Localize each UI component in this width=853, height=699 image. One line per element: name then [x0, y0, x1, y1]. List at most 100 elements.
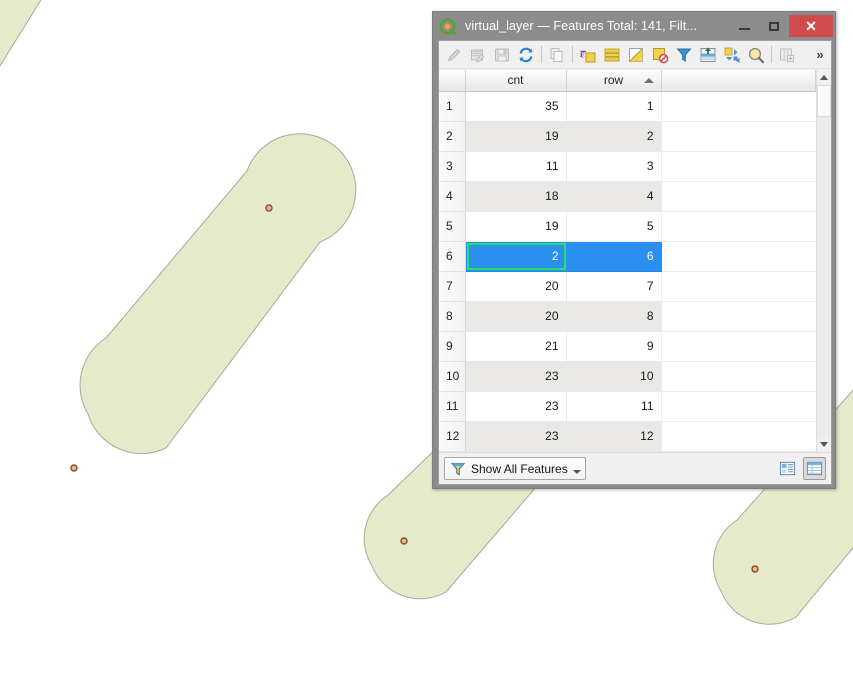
attribute-table-window[interactable]: virtual_layer — Features Total: 141, Fil… [432, 11, 836, 489]
cell-row[interactable]: 6 [566, 241, 662, 272]
cell-row[interactable]: 2 [566, 121, 662, 152]
cell-row[interactable]: 7 [566, 271, 662, 302]
column-header-filler [661, 70, 816, 92]
scroll-up-button[interactable] [817, 70, 831, 85]
row-filler-cell [661, 271, 816, 302]
table-row[interactable]: 11 23 11 [439, 391, 816, 422]
form-view-icon [779, 461, 796, 476]
table-row[interactable]: 7 20 7 [439, 271, 816, 302]
column-header-cnt[interactable]: cnt [465, 70, 567, 92]
save-edits-button[interactable] [466, 43, 490, 67]
table-row[interactable]: 1 35 1 [439, 91, 816, 122]
table-row[interactable]: 12 23 12 [439, 421, 816, 452]
cell-cnt[interactable]: 23 [465, 361, 567, 392]
maximize-button[interactable] [759, 15, 789, 37]
view-mode-toggles[interactable] [776, 457, 826, 480]
row-number-cell[interactable]: 3 [439, 151, 466, 182]
form-view-button[interactable] [776, 457, 799, 480]
cell-row[interactable]: 1 [566, 91, 662, 122]
save-layer-edits-button[interactable] [490, 43, 514, 67]
toolbar-separator [771, 46, 772, 63]
cell-row[interactable]: 4 [566, 181, 662, 212]
row-number-cell[interactable]: 10 [439, 361, 466, 392]
row-number-cell[interactable]: 8 [439, 301, 466, 332]
cell-cnt[interactable]: 18 [465, 181, 567, 212]
scrollbar-thumb[interactable] [817, 85, 831, 117]
row-number-cell[interactable]: 1 [439, 91, 466, 122]
cell-cnt[interactable]: 19 [465, 121, 567, 152]
cell-row[interactable]: 3 [566, 151, 662, 182]
new-field-icon [780, 48, 794, 62]
cell-cnt[interactable]: 35 [465, 91, 567, 122]
row-number-cell[interactable]: 7 [439, 271, 466, 302]
row-number-cell[interactable]: 2 [439, 121, 466, 152]
table-view-button[interactable] [803, 457, 826, 480]
filter-selection-button[interactable] [672, 43, 696, 67]
cell-cnt[interactable]: 11 [465, 151, 567, 182]
row-number-cell[interactable]: 12 [439, 421, 466, 452]
minimize-button[interactable] [729, 15, 759, 37]
cell-row[interactable]: 9 [566, 331, 662, 362]
reload-table-button[interactable] [514, 43, 538, 67]
copy-features-button[interactable] [545, 43, 569, 67]
table-row[interactable]: 626 [439, 241, 816, 272]
invert-selection-button[interactable] [624, 43, 648, 67]
vertical-scrollbar[interactable] [816, 70, 831, 452]
table-row[interactable]: 3 11 3 [439, 151, 816, 182]
attribute-table-scroll-area[interactable]: cnt row 1 35 1 2 19 2 3 11 3 4 18 4 5 19 5 6 2 6 7 20 7 8 20 8 9… [439, 70, 816, 452]
row-number-cell[interactable]: 4 [439, 181, 466, 212]
cell-cnt[interactable]: 19 [465, 211, 567, 242]
sort-ascending-icon [643, 78, 654, 83]
row-number-cell[interactable]: 11 [439, 391, 466, 422]
cell-row[interactable]: 5 [566, 211, 662, 242]
cell-cnt[interactable]: 20 [465, 301, 567, 332]
cell-cnt[interactable]: 20 [465, 271, 567, 302]
cell-cnt[interactable]: 2 [465, 241, 567, 272]
table-row[interactable]: 2 19 2 [439, 121, 816, 152]
minimize-icon [738, 28, 750, 30]
cell-row[interactable]: 12 [566, 421, 662, 452]
scroll-down-button[interactable] [817, 437, 831, 452]
cell-row[interactable]: 8 [566, 301, 662, 332]
table-row[interactable]: 9 21 9 [439, 331, 816, 362]
table-row[interactable]: 10 23 10 [439, 361, 816, 392]
attribute-table-status-bar: Show All Features [439, 452, 831, 484]
select-by-expression-button[interactable]: ε [576, 43, 600, 67]
cell-row[interactable]: 11 [566, 391, 662, 422]
table-row[interactable]: 4 18 4 [439, 181, 816, 212]
row-number-cell[interactable]: 5 [439, 211, 466, 242]
row-number-cell[interactable]: 9 [439, 331, 466, 362]
table-row[interactable]: 5 19 5 [439, 211, 816, 242]
magnifier-icon [748, 47, 765, 63]
cell-cnt[interactable]: 23 [465, 421, 567, 452]
column-header-row[interactable]: row [566, 70, 662, 92]
new-field-button[interactable] [775, 43, 799, 67]
copy-icon [550, 47, 563, 62]
toggle-editing-button[interactable] [442, 43, 466, 67]
cell-cnt[interactable]: 23 [465, 391, 567, 422]
chevron-up-icon [820, 75, 828, 80]
row-number-cell[interactable]: 6 [439, 241, 466, 272]
zoom-map-to-selection-button[interactable] [744, 43, 768, 67]
toolbar-overflow-button[interactable]: » [812, 47, 828, 62]
select-all-icon [604, 48, 620, 61]
move-selection-to-top-button[interactable] [696, 43, 720, 67]
cell-row[interactable]: 10 [566, 361, 662, 392]
scrollbar-track[interactable] [817, 85, 831, 437]
attribute-table-region[interactable]: cnt row 1 35 1 2 19 2 3 11 3 4 18 4 5 19 5 6 2 6 7 20 7 8 20 8 9… [439, 70, 831, 452]
cell-cnt[interactable]: 21 [465, 331, 567, 362]
pan-to-selection-icon [724, 47, 740, 63]
maximize-icon [769, 21, 779, 31]
feature-filter-dropdown[interactable]: Show All Features [444, 457, 586, 480]
close-button[interactable]: ✕ [789, 15, 833, 37]
map-point-marker [265, 204, 273, 212]
feature-filter-label: Show All Features [471, 461, 568, 476]
window-title-bar[interactable]: virtual_layer — Features Total: 141, Fil… [433, 12, 835, 40]
table-corner-header[interactable] [439, 70, 466, 92]
select-all-button[interactable] [600, 43, 624, 67]
pan-map-to-selection-button[interactable] [720, 43, 744, 67]
table-view-icon [806, 461, 823, 476]
attribute-table-toolbar[interactable]: ε » [439, 41, 831, 69]
table-row[interactable]: 8 20 8 [439, 301, 816, 332]
deselect-all-button[interactable] [648, 43, 672, 67]
